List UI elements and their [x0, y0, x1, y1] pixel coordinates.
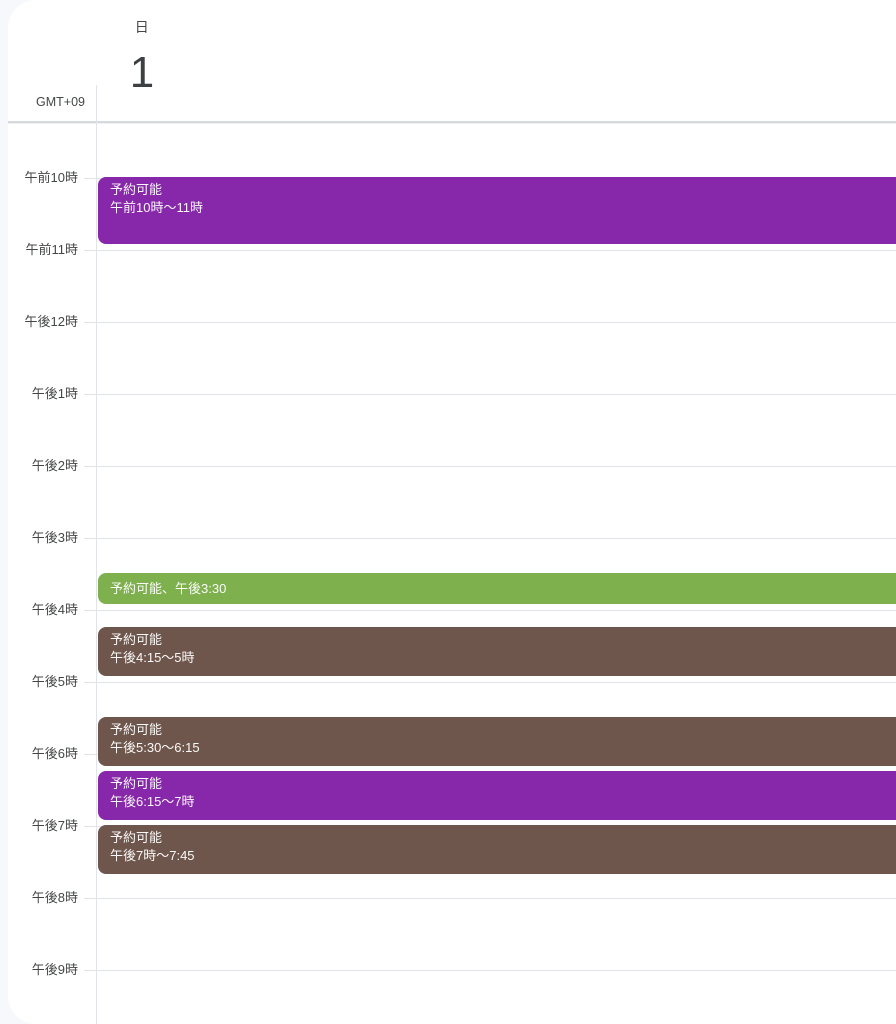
event-time: 午後5:30〜6:15 [110, 740, 200, 755]
time-label: 午前10時 [24, 170, 78, 185]
event-title: 予約可能 [110, 776, 163, 791]
calendar-day-view: 日 1 GMT+09 午前10時午前11時午後12時午後1時午後2時午後3時午後… [0, 0, 896, 1024]
time-label: 午後3時 [31, 530, 78, 545]
event-4[interactable]: 予約可能午後5:30〜6:15 [98, 717, 896, 766]
event-2[interactable]: 予約可能、午後3:30 [98, 573, 896, 604]
time-label: 午後9時 [31, 962, 78, 977]
event-time: 午後6:15〜7時 [110, 794, 195, 809]
time-label: 午後2時 [31, 458, 78, 473]
event-title: 予約可能 [110, 830, 163, 845]
time-label: 午後12時 [24, 314, 78, 329]
event-time: 午後4:15〜5時 [110, 650, 195, 665]
timezone-label: GMT+09 [36, 95, 85, 109]
event-time: 午前10時〜11時 [110, 200, 203, 215]
event-time: 午後7時〜7:45 [110, 848, 195, 863]
time-label: 午前11時 [25, 242, 79, 257]
day-header-date[interactable]: 1 [114, 49, 170, 97]
event-title: 予約可能 [110, 182, 163, 197]
event-5[interactable]: 予約可能午後6:15〜7時 [98, 771, 896, 820]
time-label: 午後7時 [31, 818, 78, 833]
event-1[interactable]: 予約可能午前10時〜11時 [98, 177, 896, 244]
event-3[interactable]: 予約可能午後4:15〜5時 [98, 627, 896, 676]
event-title: 予約可能 [110, 632, 163, 647]
time-label: 午後6時 [31, 746, 78, 761]
event-title: 予約可能、午後3:30 [110, 581, 227, 596]
time-label: 午後1時 [31, 386, 78, 401]
day-header-weekday: 日 [134, 19, 150, 35]
time-label: 午後8時 [31, 890, 78, 905]
time-label: 午後4時 [31, 602, 78, 617]
time-label: 午後5時 [31, 674, 78, 689]
event-title: 予約可能 [110, 722, 163, 737]
event-6[interactable]: 予約可能午後7時〜7:45 [98, 825, 896, 874]
